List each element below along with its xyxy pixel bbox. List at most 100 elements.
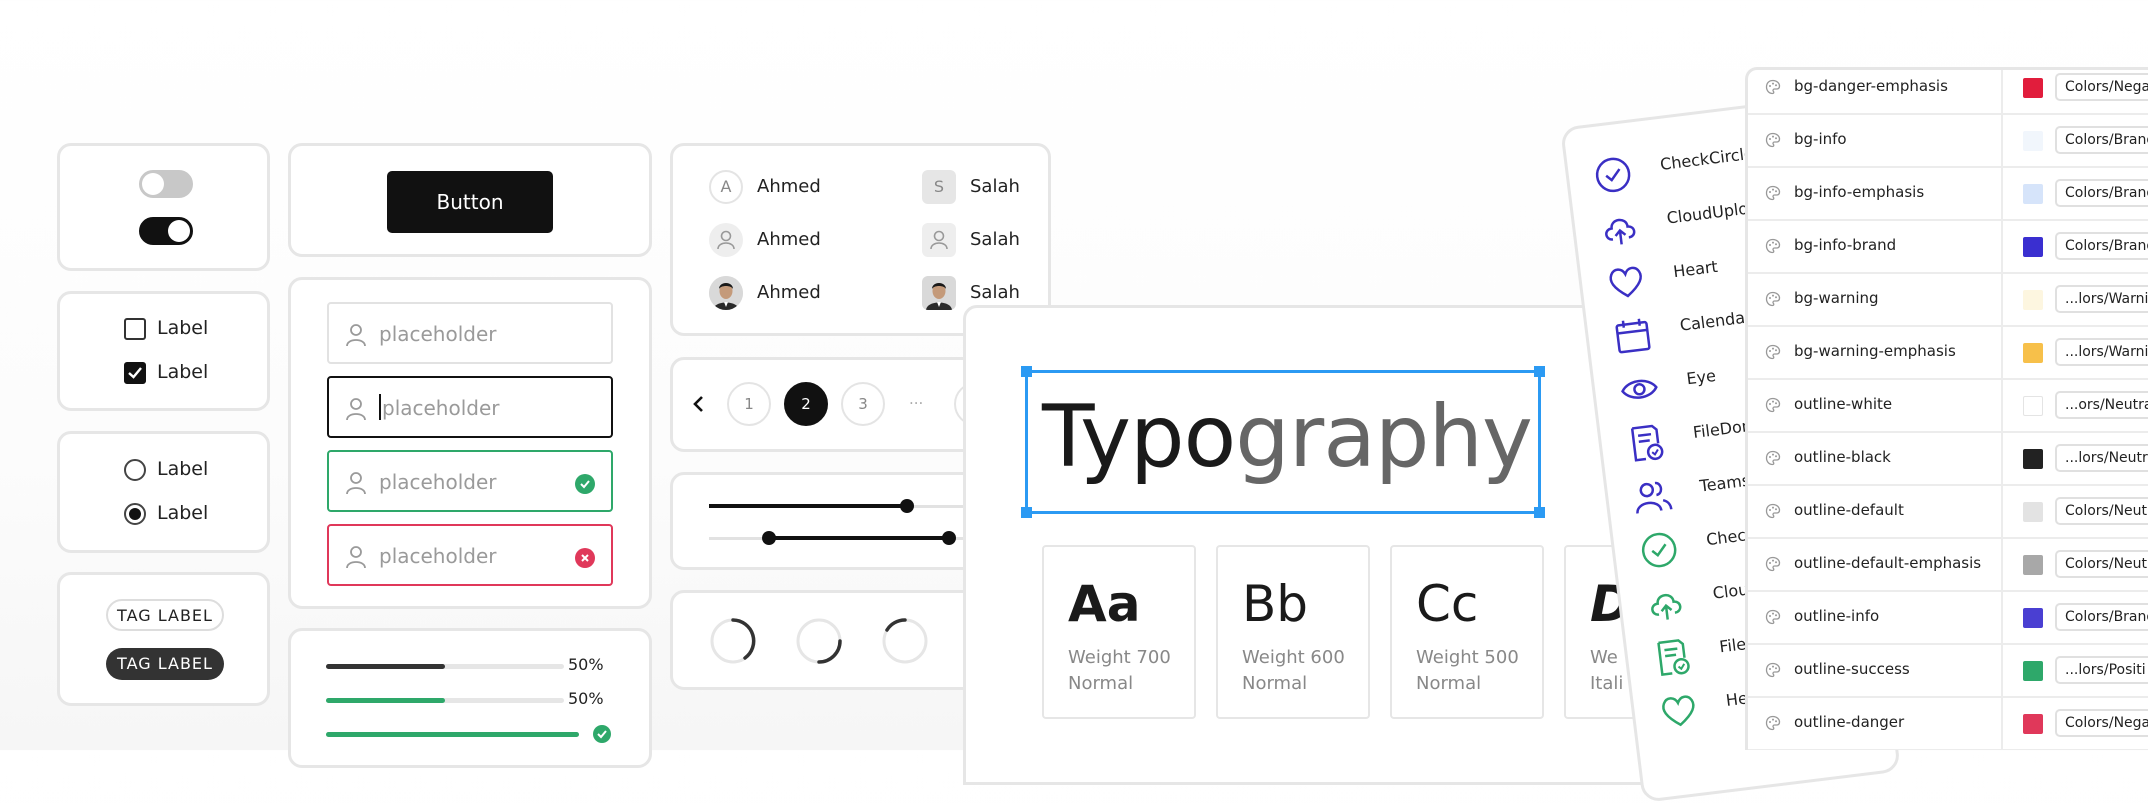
tag-card: TAG LABEL TAG LABEL	[57, 572, 270, 706]
error-icon	[575, 548, 595, 568]
text-input-success[interactable]: placeholder	[327, 450, 613, 512]
token-row[interactable]: bg-info-brand Colors/Brand	[1748, 221, 2148, 274]
token-name: outline-default-emphasis	[1794, 554, 1982, 572]
slider-handle[interactable]	[900, 499, 914, 513]
resize-handle[interactable]	[1534, 366, 1545, 377]
page-ellipsis: ...	[909, 390, 924, 408]
success-icon	[575, 474, 595, 494]
icon-row[interactable]: Calendar	[1611, 307, 1753, 358]
tag-solid[interactable]: TAG LABEL	[106, 648, 224, 680]
heart-icon	[1609, 266, 1642, 298]
selection-box[interactable]: Typography	[1021, 366, 1545, 518]
range-slider-handle-max[interactable]	[942, 531, 956, 545]
palette-icon	[1765, 715, 1781, 731]
icon-row[interactable]: Teams	[1630, 471, 1751, 519]
resize-handle[interactable]	[1021, 366, 1032, 377]
page-button-current[interactable]: 2	[784, 382, 828, 426]
checkbox-unchecked[interactable]	[124, 318, 146, 340]
icon-label: Heart	[1672, 256, 1719, 282]
palette-icon	[1765, 185, 1781, 201]
text-input-focused[interactable]: placeholder	[327, 376, 613, 438]
token-reference[interactable]: Colors/Brand	[2055, 603, 2148, 631]
teams-icon	[1636, 481, 1673, 514]
eye-icon	[1621, 379, 1658, 399]
avatar-initial: S	[922, 170, 956, 204]
token-row[interactable]: outline-info Colors/Brand	[1748, 592, 2148, 645]
color-swatch	[2023, 555, 2043, 575]
radio-label: Label	[157, 502, 209, 524]
avatar-name: Ahmed	[757, 176, 821, 197]
user-icon	[345, 545, 367, 569]
type-sample-card: Cc Weight 500 Normal	[1390, 545, 1544, 719]
token-row[interactable]: outline-white ...ors/Neutra	[1748, 380, 2148, 433]
icon-row[interactable]: FileD	[1650, 633, 1759, 680]
text-input-default[interactable]: placeholder	[327, 302, 613, 364]
toggle-on[interactable]	[139, 217, 193, 245]
chevron-left-icon[interactable]	[691, 394, 707, 414]
range-slider-handle-min[interactable]	[762, 531, 776, 545]
token-reference[interactable]: Colors/Neutr	[2055, 497, 2148, 525]
token-reference[interactable]: Colors/Brand	[2055, 126, 2148, 154]
slider-fill	[709, 504, 907, 508]
page-button[interactable]: 3	[841, 382, 885, 426]
icon-row[interactable]: CloudUpload	[1597, 196, 1769, 251]
resize-handle[interactable]	[1534, 507, 1545, 518]
checkbox-label: Label	[157, 361, 209, 383]
palette-icon	[1765, 132, 1781, 148]
resize-handle[interactable]	[1021, 507, 1032, 518]
token-row[interactable]: outline-danger Colors/Negat	[1748, 698, 2148, 750]
token-reference[interactable]: Colors/Brand	[2055, 232, 2148, 260]
token-reference[interactable]: ...lors/Neutra	[2055, 444, 2148, 472]
token-row[interactable]: outline-black ...lors/Neutra	[1748, 433, 2148, 486]
token-row[interactable]: outline-default Colors/Neutr	[1748, 486, 2148, 539]
avatar-placeholder	[709, 223, 743, 257]
text-cursor	[379, 394, 381, 420]
check-circle-icon	[1595, 157, 1631, 193]
toggle-off[interactable]	[139, 170, 193, 198]
tag-outline[interactable]: TAG LABEL	[106, 599, 224, 631]
icon-row[interactable]: Clou	[1643, 580, 1749, 626]
token-row[interactable]: bg-danger-emphasis Colors/Negat	[1748, 70, 2148, 115]
palette-icon	[1765, 238, 1781, 254]
icon-row[interactable]: FileDone	[1624, 415, 1763, 466]
text-input-error[interactable]: placeholder	[327, 524, 613, 586]
token-reference[interactable]: ...lors/Warnin	[2055, 338, 2148, 366]
icon-row[interactable]: Heart	[1604, 257, 1719, 305]
progress-track	[326, 698, 564, 703]
icon-row[interactable]: CheckCircle	[1591, 144, 1755, 198]
progress-label: 50%	[568, 655, 604, 674]
token-row[interactable]: bg-info Colors/Brand	[1748, 115, 2148, 168]
token-row[interactable]: outline-success ...lors/Positi	[1748, 645, 2148, 698]
icon-row[interactable]: Check	[1637, 524, 1756, 573]
type-sample-style: Normal	[1416, 673, 1482, 694]
palette-icon	[1765, 662, 1781, 678]
cloud-upload-icon	[1651, 593, 1682, 620]
icon-row[interactable]: Eye	[1617, 366, 1717, 412]
type-sample-glyph: Bb	[1242, 575, 1309, 633]
radio-unselected[interactable]	[124, 459, 146, 481]
token-row[interactable]: bg-warning ...lors/Warnin	[1748, 274, 2148, 327]
radio-selected[interactable]	[124, 503, 146, 525]
page-button[interactable]: 1	[727, 382, 771, 426]
token-row[interactable]: bg-warning-emphasis ...lors/Warnin	[1748, 327, 2148, 380]
color-tokens-panel: bg-danger-emphasis Colors/Negat bg-info Col…	[1745, 67, 2148, 750]
token-reference[interactable]: Colors/Brand	[2055, 179, 2148, 207]
token-row[interactable]: bg-info-emphasis Colors/Brand	[1748, 168, 2148, 221]
type-sample-weight: Weight 600	[1242, 647, 1345, 668]
color-swatch	[2023, 661, 2043, 681]
token-reference[interactable]: ...lors/Positi	[2055, 656, 2148, 684]
type-sample-style: Itali	[1590, 673, 1624, 694]
icon-label: Calendar	[1678, 307, 1753, 335]
token-reference[interactable]: ...lors/Warnin	[2055, 285, 2148, 313]
progress-track	[326, 664, 564, 669]
token-reference[interactable]: ...ors/Neutra	[2055, 391, 2148, 419]
token-reference[interactable]: Colors/Negat	[2055, 709, 2148, 737]
token-row[interactable]: outline-default-emphasis Colors/Neutr	[1748, 539, 2148, 592]
palette-icon	[1765, 556, 1781, 572]
progress-card: 50% 50%	[288, 628, 652, 768]
icon-row[interactable]: Hea	[1657, 687, 1759, 734]
checkbox-checked[interactable]	[124, 362, 146, 384]
primary-button[interactable]: Button	[387, 171, 553, 233]
token-reference[interactable]: Colors/Negat	[2055, 73, 2148, 101]
token-reference[interactable]: Colors/Neutr	[2055, 550, 2148, 578]
